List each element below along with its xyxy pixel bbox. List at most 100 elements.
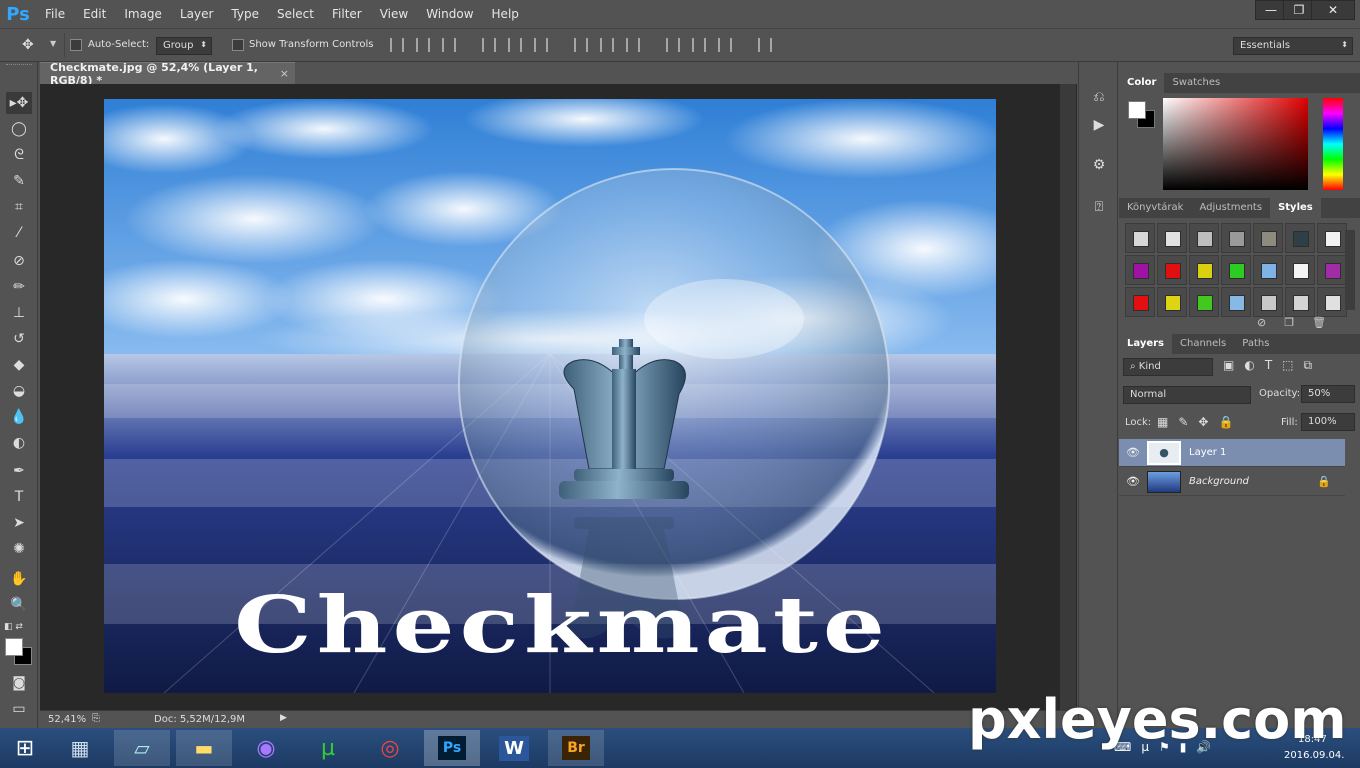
chrome-icon[interactable]: ◎ xyxy=(362,730,418,766)
style-swatch[interactable] xyxy=(1317,255,1347,285)
lock-all-icon[interactable]: 🔒 xyxy=(1218,415,1233,429)
style-swatch[interactable] xyxy=(1189,255,1219,285)
menu-file[interactable]: File xyxy=(36,0,74,28)
tool-preset-arrow-icon[interactable]: ▼ xyxy=(50,39,56,48)
smart-object-filter-icon[interactable]: ⧉ xyxy=(1304,358,1313,373)
style-swatch[interactable] xyxy=(1221,255,1251,285)
word-icon[interactable]: W xyxy=(486,730,542,766)
style-swatch[interactable] xyxy=(1285,287,1315,317)
paint-bucket-icon[interactable]: ◒ xyxy=(6,380,32,402)
hue-slider[interactable] xyxy=(1323,98,1343,190)
tab-libraries[interactable]: Könyvtárak xyxy=(1119,198,1191,218)
style-swatch[interactable] xyxy=(1157,255,1187,285)
start-button-icon[interactable]: ⊞ xyxy=(0,730,50,766)
visibility-eye-icon[interactable]: 👁 xyxy=(1119,446,1147,459)
menu-layer[interactable]: Layer xyxy=(171,0,222,28)
menu-select[interactable]: Select xyxy=(268,0,323,28)
style-swatch[interactable] xyxy=(1221,223,1251,253)
pixel-filter-icon[interactable]: ▣ xyxy=(1223,358,1234,373)
distribute-left-icon[interactable] xyxy=(666,38,680,52)
type-filter-icon[interactable]: T xyxy=(1265,358,1272,373)
styles-scrollbar[interactable] xyxy=(1345,230,1355,310)
quick-selection-icon[interactable]: ✎ xyxy=(6,170,32,192)
layer-kind-filter[interactable]: ⌕ Kind xyxy=(1123,358,1213,376)
panel-grip[interactable] xyxy=(6,64,32,70)
align-hcenter-icon[interactable] xyxy=(508,38,522,52)
zoom-level[interactable]: 52,41% xyxy=(48,714,86,725)
path-selection-icon[interactable]: ➤ xyxy=(6,512,32,534)
visibility-eye-icon[interactable]: 👁 xyxy=(1119,475,1147,488)
menu-filter[interactable]: Filter xyxy=(323,0,371,28)
move-tool-icon[interactable]: ✥ xyxy=(22,37,34,53)
style-swatch[interactable] xyxy=(1157,223,1187,253)
character-panel-icon[interactable]: ⍰ xyxy=(1087,196,1111,218)
tab-paths[interactable]: Paths xyxy=(1234,334,1277,354)
fill-input[interactable]: 100% xyxy=(1301,413,1355,431)
style-swatch[interactable] xyxy=(1253,255,1283,285)
document-tab[interactable]: Checkmate.jpg @ 52,4% (Layer 1, RGB/8) *… xyxy=(40,61,295,87)
layer-row-layer-1[interactable]: 👁 ● Layer 1 xyxy=(1119,439,1345,467)
pen-icon[interactable]: ✒ xyxy=(6,460,32,482)
style-swatch[interactable] xyxy=(1125,287,1155,317)
menu-window[interactable]: Window xyxy=(417,0,482,28)
properties-panel-icon[interactable]: ⚙ xyxy=(1087,154,1111,176)
lock-position-icon[interactable]: ✥ xyxy=(1198,415,1208,429)
crop-icon[interactable]: ⌗ xyxy=(6,196,32,218)
distribute-right-icon[interactable] xyxy=(718,38,732,52)
screen-mode-icon[interactable]: ▭ xyxy=(6,698,32,720)
tab-channels[interactable]: Channels xyxy=(1172,334,1234,354)
zoom-icon[interactable]: 🔍 xyxy=(6,594,32,616)
style-swatch[interactable] xyxy=(1317,287,1347,317)
menu-type[interactable]: Type xyxy=(222,0,268,28)
eyedropper-icon[interactable]: ⁄ xyxy=(6,222,32,244)
menu-edit[interactable]: Edit xyxy=(74,0,115,28)
auto-select-dropdown[interactable]: Group ⬍ xyxy=(156,37,212,55)
layer-row-background[interactable]: 👁 Background 🔒 xyxy=(1119,468,1345,496)
clear-style-icon[interactable]: ⊘ xyxy=(1257,316,1266,329)
new-style-icon[interactable]: ❐ xyxy=(1284,316,1294,329)
style-swatch[interactable] xyxy=(1125,223,1155,253)
move-tool-icon[interactable]: ▸✥ xyxy=(6,92,32,114)
healing-brush-icon[interactable]: ⊘ xyxy=(6,250,32,272)
blur-icon[interactable]: 💧 xyxy=(6,406,32,428)
type-tool-icon[interactable]: T xyxy=(6,486,32,508)
close-tab-icon[interactable]: × xyxy=(280,67,289,80)
tab-styles[interactable]: Styles xyxy=(1270,198,1321,218)
hand-icon[interactable]: ✋ xyxy=(6,568,32,590)
clone-stamp-icon[interactable]: ⊥ xyxy=(6,302,32,324)
style-swatch[interactable] xyxy=(1285,255,1315,285)
style-swatch[interactable] xyxy=(1317,223,1347,253)
photoshop-taskbar-icon[interactable]: Ps xyxy=(424,730,480,766)
auto-select-checkbox[interactable] xyxy=(70,39,82,51)
vertical-scrollbar[interactable] xyxy=(1060,84,1076,710)
auto-align-icon[interactable] xyxy=(758,38,772,52)
style-swatch[interactable] xyxy=(1253,287,1283,317)
utorrent-icon[interactable]: µ xyxy=(300,730,356,766)
delete-style-icon[interactable]: 🗑 xyxy=(1312,316,1326,329)
tab-adjustments[interactable]: Adjustments xyxy=(1191,198,1270,218)
adjustment-filter-icon[interactable]: ◐ xyxy=(1244,358,1254,373)
status-menu-arrow-icon[interactable]: ▶ xyxy=(280,713,287,723)
history-panel-icon[interactable]: ⎌ xyxy=(1087,86,1111,108)
align-bottom-icon[interactable] xyxy=(442,38,456,52)
default-colors-icon[interactable]: ◧ ⇄ xyxy=(4,622,23,632)
dodge-icon[interactable]: ◐ xyxy=(6,432,32,454)
notepad-icon[interactable]: ▱ xyxy=(114,730,170,766)
opacity-input[interactable]: 50% xyxy=(1301,385,1355,403)
style-swatch[interactable] xyxy=(1189,223,1219,253)
close-window-button[interactable]: ✕ xyxy=(1311,0,1355,20)
elliptical-marquee-icon[interactable]: ◯ xyxy=(6,118,32,140)
lock-image-icon[interactable]: ✎ xyxy=(1178,415,1188,429)
menu-help[interactable]: Help xyxy=(483,0,528,28)
foreground-color-swatch[interactable] xyxy=(5,638,23,656)
eraser-icon[interactable]: ◆ xyxy=(6,354,32,376)
distribute-top-icon[interactable] xyxy=(574,38,588,52)
bridge-icon[interactable]: Br xyxy=(548,730,604,766)
lock-transparent-icon[interactable]: ▦ xyxy=(1157,415,1168,429)
style-swatch[interactable] xyxy=(1285,223,1315,253)
tab-swatches[interactable]: Swatches xyxy=(1164,73,1228,93)
tab-color[interactable]: Color xyxy=(1119,73,1165,93)
file-explorer-icon[interactable]: ▬ xyxy=(176,730,232,766)
layer-name[interactable]: Layer 1 xyxy=(1189,447,1226,458)
lasso-icon[interactable]: ᘓ xyxy=(6,144,32,166)
